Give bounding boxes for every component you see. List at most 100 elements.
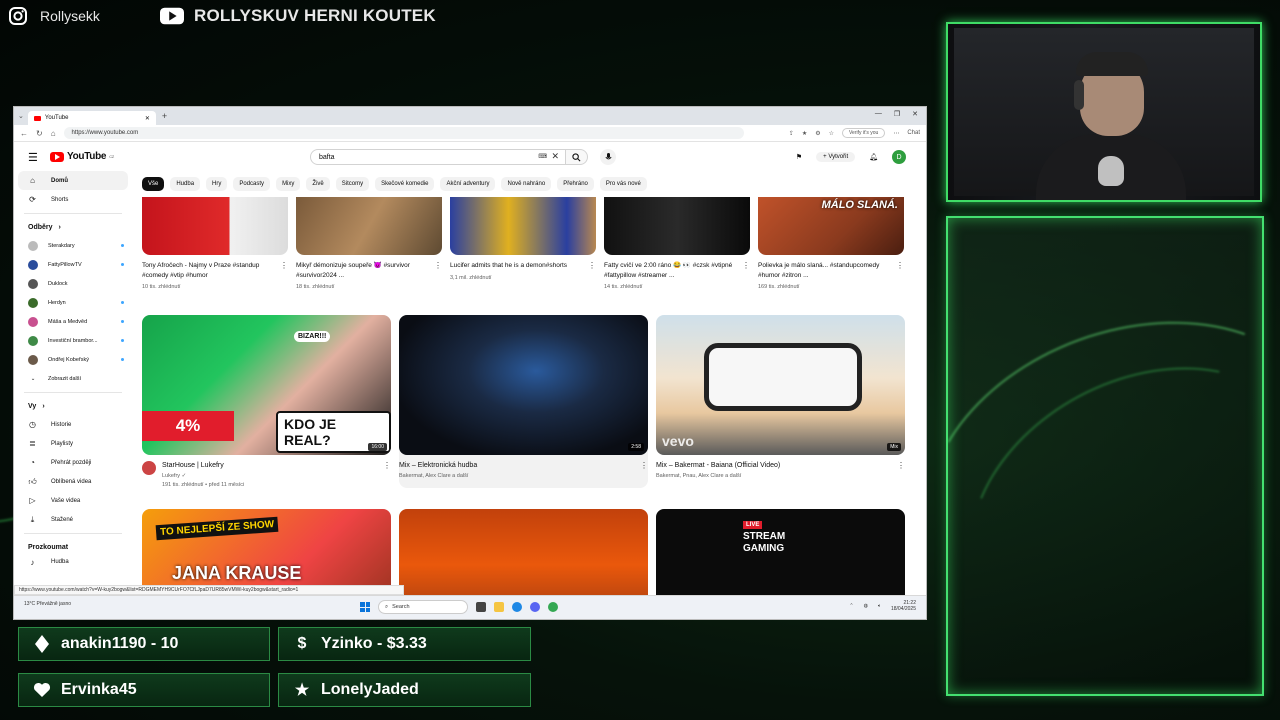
you-header[interactable]: Vy › (14, 397, 132, 415)
short-thumbnail[interactable] (604, 197, 750, 255)
create-button[interactable]: + Vytvořit (816, 152, 856, 162)
sidebar-item-liked[interactable]: 👍︎ Oblíbená videa (14, 472, 132, 491)
voice-search-button[interactable] (600, 149, 616, 165)
url-field[interactable]: https://www.youtube.com (63, 127, 744, 139)
short-thumbnail[interactable] (450, 197, 596, 255)
taskbar-search[interactable]: ⌕ Search (378, 600, 468, 614)
tray-chevron-icon[interactable]: ⌃ (849, 603, 853, 609)
chip-all[interactable]: Vše (142, 177, 165, 191)
channel-avatar[interactable] (142, 461, 156, 475)
more-icon[interactable]: ⋯ (893, 130, 899, 137)
back-icon[interactable]: ← (20, 129, 28, 138)
verify-button[interactable]: Verify it's you (842, 128, 886, 138)
chip-recently-uploaded[interactable]: Nově nahráno (501, 177, 552, 191)
video-title[interactable]: StarHouse | Lukefry (162, 461, 371, 470)
short-item[interactable]: Lucifer admits that he is a demon#shorts… (450, 197, 596, 290)
sidebar-item-watch-later[interactable]: ◔ Přehrát později (14, 453, 132, 472)
cast-icon[interactable]: ⚑ (796, 153, 802, 161)
short-item[interactable]: MÁLO SLANÁ. Polievka je málo slaná... #s… (758, 197, 904, 290)
chip-sketch-comedy[interactable]: Skečové komedie (375, 177, 435, 191)
subscription-item[interactable]: Sterakdary (14, 236, 132, 255)
network-icon[interactable]: ◍ (864, 603, 868, 609)
more-options-icon[interactable]: ⋮ (377, 461, 391, 488)
search-button[interactable] (566, 149, 588, 165)
chip-mixes[interactable]: Mixy (276, 177, 301, 191)
youtube-logo[interactable]: YouTube CZ (50, 151, 114, 162)
chip-music[interactable]: Hudba (170, 177, 201, 191)
subscription-item[interactable]: Ondřej Kobeřský (14, 350, 132, 369)
short-item[interactable]: Mikyř démonizuje soupeře 😈 #survivor #su… (296, 197, 442, 290)
video-card[interactable] (399, 509, 648, 599)
video-card[interactable]: 4% KDO JE REAL? BIZAR!!! 16:00 StarHouse… (142, 315, 391, 488)
chip-live[interactable]: Živě (306, 177, 330, 191)
file-explorer-icon[interactable] (494, 602, 504, 612)
collections-icon[interactable]: ☆ (829, 130, 834, 137)
discord-icon[interactable] (530, 602, 540, 612)
tab-youtube[interactable]: YouTube ✕ (27, 111, 156, 125)
short-thumbnail[interactable] (142, 197, 288, 255)
chip-action-adventure[interactable]: Akční adventury (440, 177, 496, 191)
video-card[interactable]: vevo Mix Mix – Bakermat - Baiana (Offici… (656, 315, 905, 488)
video-card[interactable]: 2:58 Mix – Elektronická hudba Bakermat, … (399, 315, 648, 488)
subscription-item[interactable]: Duklock (14, 274, 132, 293)
more-options-icon[interactable]: ⋮ (274, 261, 288, 290)
short-item[interactable]: Tony Afročech - Najmy v Praze #standup #… (142, 197, 288, 290)
video-thumbnail[interactable]: LIVE STREAM GAMING (656, 509, 905, 599)
video-title[interactable]: Mix – Elektronická hudba (399, 461, 628, 470)
short-thumbnail[interactable] (296, 197, 442, 255)
subscriptions-header[interactable]: Odběry › (14, 218, 132, 236)
sidebar-item-music[interactable]: ♪ Hudba (14, 556, 132, 568)
chrome-icon[interactable] (548, 602, 558, 612)
extensions-icon[interactable]: ⚙ (815, 130, 820, 137)
subscription-item[interactable]: Herdyn (14, 293, 132, 312)
new-tab-button[interactable]: + (162, 111, 167, 121)
sidebar-item-playlists[interactable]: ≣ Playlisty (14, 434, 132, 453)
search-input[interactable]: bafta ⌨ ✕ (310, 149, 566, 165)
video-thumbnail[interactable]: vevo Mix (656, 315, 905, 455)
sidebar-item-history[interactable]: ◷ Historie (14, 415, 132, 434)
video-thumbnail[interactable]: 2:58 (399, 315, 648, 455)
more-options-icon[interactable]: ⋮ (634, 461, 648, 479)
sidebar-item-home[interactable]: ⌂ Domů (18, 171, 128, 190)
close-tab-icon[interactable]: ✕ (145, 115, 150, 122)
more-options-icon[interactable]: ⋮ (736, 261, 750, 290)
sidebar-item-your-videos[interactable]: ▷ Vaše videa (14, 491, 132, 510)
keyboard-icon[interactable]: ⌨ (538, 153, 547, 160)
show-more-button[interactable]: ⌄ Zobrazit další (14, 369, 132, 388)
chip-podcasts[interactable]: Podcasty (233, 177, 271, 191)
reload-icon[interactable]: ↻ (36, 129, 43, 138)
notifications-bell-icon[interactable]: 🔔︎ (869, 153, 878, 161)
edge-browser-icon[interactable] (512, 602, 522, 612)
more-options-icon[interactable]: ⋮ (582, 261, 596, 281)
sidebar-item-downloads[interactable]: ⤓ Stažené (14, 510, 132, 529)
channel-name[interactable]: Lukefry ✓ (162, 473, 371, 479)
task-view-icon[interactable] (476, 602, 486, 612)
clear-search-icon[interactable]: ✕ (551, 151, 559, 162)
more-options-icon[interactable]: ⋮ (891, 461, 905, 479)
share-icon[interactable]: ⇪ (789, 130, 794, 137)
chip-sitcoms[interactable]: Sitcomy (335, 177, 370, 191)
clock[interactable]: 21:22 18/04/2025 (891, 600, 916, 612)
tab-list-icon[interactable]: ⌄ (18, 112, 24, 120)
chat-button[interactable]: Chat (907, 130, 920, 136)
windows-start-icon[interactable] (360, 602, 370, 612)
short-item[interactable]: Fatty cvičí ve 2:00 ráno 😂 👀 #czsk #vtip… (604, 197, 750, 290)
minimize-icon[interactable]: — (875, 110, 882, 118)
menu-icon[interactable]: ☰ (28, 151, 38, 164)
video-thumbnail[interactable]: 4% KDO JE REAL? BIZAR!!! 16:00 (142, 315, 391, 455)
chip-games[interactable]: Hry (206, 177, 228, 191)
home-icon[interactable]: ⌂ (51, 129, 56, 138)
short-thumbnail[interactable]: MÁLO SLANÁ. (758, 197, 904, 255)
chip-watched[interactable]: Přehráno (557, 177, 594, 191)
subscription-item[interactable]: Investiční brambor... (14, 331, 132, 350)
user-avatar[interactable]: D (892, 150, 906, 164)
sidebar-item-shorts[interactable]: ⟳ Shorts (14, 190, 132, 209)
weather-widget[interactable]: 13°C Převážně jasno (24, 601, 71, 607)
video-title[interactable]: Mix – Bakermat - Baiana (Official Video) (656, 461, 885, 470)
more-options-icon[interactable]: ⋮ (890, 261, 904, 290)
volume-icon[interactable]: 🔈︎ (878, 603, 881, 609)
maximize-icon[interactable]: ❐ (894, 110, 900, 118)
favorite-star-icon[interactable]: ★ (802, 130, 807, 137)
close-window-icon[interactable]: ✕ (912, 110, 918, 118)
more-options-icon[interactable]: ⋮ (428, 261, 442, 290)
